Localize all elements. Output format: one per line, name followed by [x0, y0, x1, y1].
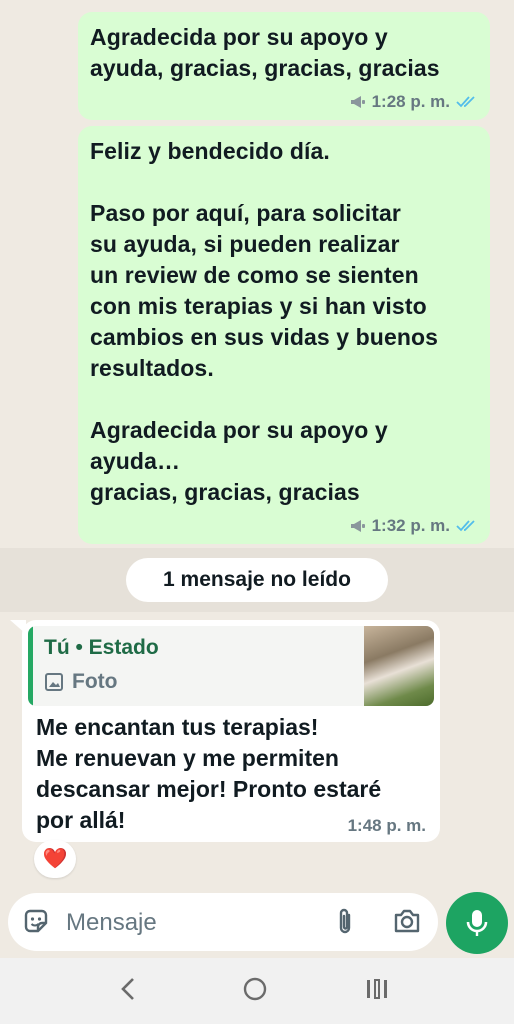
megaphone-icon: [350, 96, 365, 108]
message-composer: [8, 893, 438, 951]
status-thumbnail: [364, 626, 434, 706]
outgoing-message[interactable]: Agradecida por su apoyo y ayuda, gracias…: [78, 12, 490, 120]
message-text: Agradecida por su apoyo y ayuda, gracias…: [90, 24, 440, 81]
unread-label: 1 mensaje no leído: [126, 558, 388, 602]
quote-author: Tú • Estado: [44, 636, 159, 659]
home-icon[interactable]: [242, 976, 268, 1002]
message-time: 1:32 p. m.: [371, 516, 450, 535]
recents-icon[interactable]: [364, 976, 390, 1002]
reaction-heart[interactable]: ❤️: [34, 840, 76, 878]
system-navigation-bar: [0, 958, 514, 1024]
camera-icon[interactable]: [392, 907, 422, 935]
heart-icon: ❤️: [42, 848, 68, 870]
message-input[interactable]: [64, 901, 318, 945]
double-check-icon: [456, 96, 475, 108]
message-time: 1:48 p. m.: [347, 816, 426, 835]
message-meta: 1:32 p. m.: [350, 516, 478, 536]
message-time: 1:28 p. m.: [371, 92, 450, 111]
image-icon: [45, 673, 63, 691]
paperclip-icon[interactable]: [334, 907, 356, 937]
message-text: Feliz y bendecido día. Paso por aquí, pa…: [90, 138, 439, 505]
double-check-icon: [456, 520, 475, 532]
megaphone-icon: [350, 520, 365, 532]
chevron-left-icon[interactable]: [116, 976, 142, 1002]
sticker-icon[interactable]: [22, 907, 50, 935]
quote-type-label: Foto: [72, 670, 118, 693]
message-meta: 1:28 p. m.: [350, 92, 478, 112]
quote-bar: [28, 626, 33, 706]
unread-divider: 1 mensaje no leído: [0, 548, 514, 612]
quoted-status[interactable]: Tú • Estado Foto: [28, 626, 434, 706]
outgoing-message[interactable]: Feliz y bendecido día. Paso por aquí, pa…: [78, 126, 490, 544]
incoming-message[interactable]: Tú • Estado Foto Me encantan tus terapia…: [22, 620, 440, 842]
voice-message-button[interactable]: [446, 892, 508, 954]
microphone-icon: [466, 910, 488, 936]
quote-type: Foto: [44, 670, 117, 694]
